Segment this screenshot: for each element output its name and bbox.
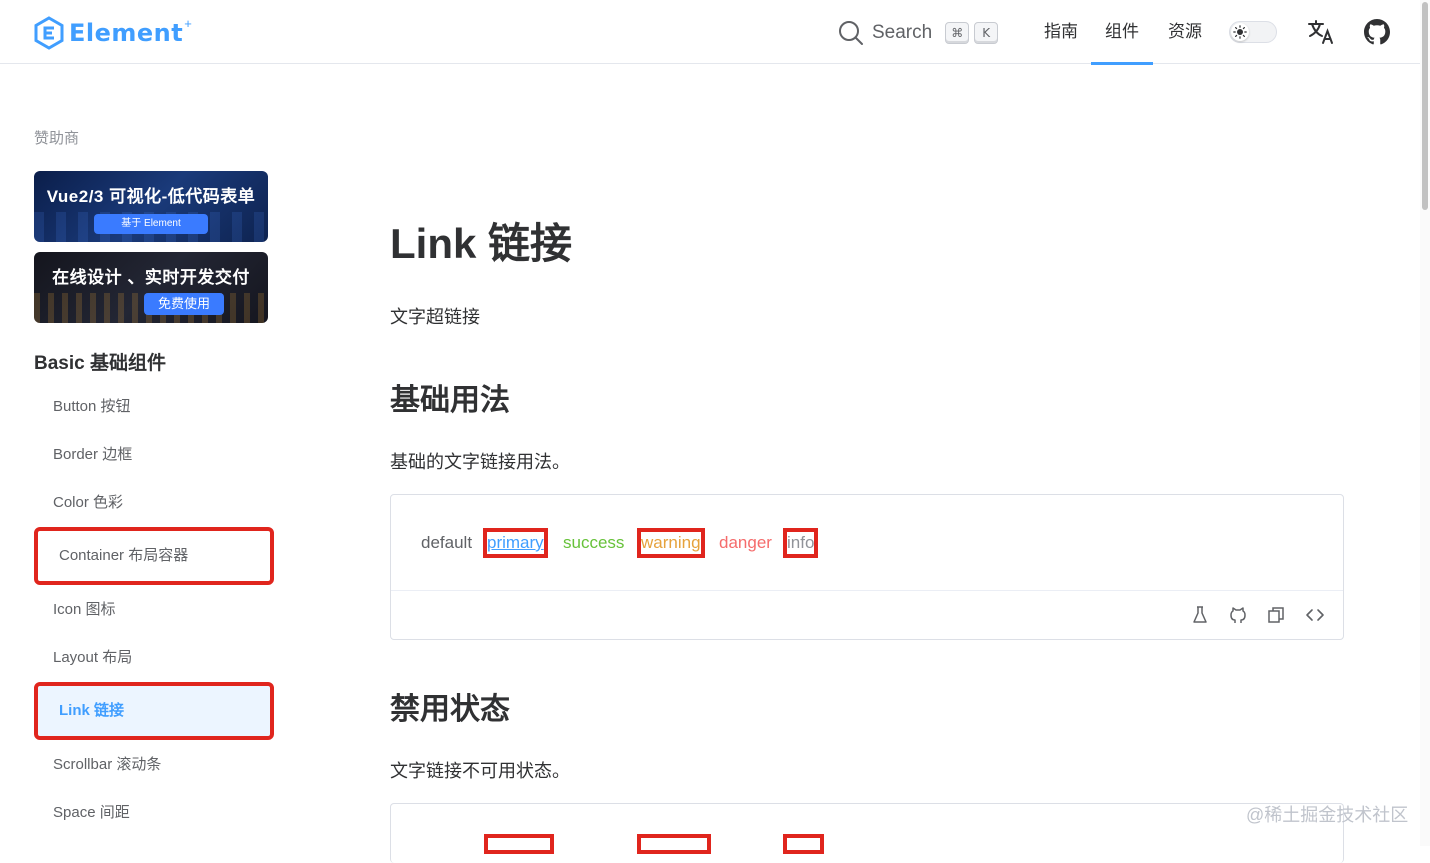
demo-box-disabled [390,803,1344,863]
sidebar-item-space[interactable]: Space 间距 [34,789,274,837]
page-scrollbar-thumb[interactable] [1422,2,1428,210]
page-title: Link 链接 [390,220,573,267]
search-shortcut-cmd: ⌘ [945,22,970,44]
link-danger[interactable]: danger [719,532,772,554]
search-button[interactable]: Search ⌘ K [838,18,999,48]
link-success[interactable]: success [563,532,624,554]
banner-title: 在线设计 、实时开发交付 [52,268,250,287]
toggle-knob [1231,23,1249,41]
search-shortcut-k: K [974,22,999,44]
sidebar-group-basic: Basic 基础组件 [34,353,166,374]
sidebar-item-link[interactable]: Link 链接 [34,682,274,740]
sponsor-title: 赞助商 [34,130,80,147]
banner-badge: 基于 Element [94,214,208,234]
sidebar-item-scrollbar[interactable]: Scrollbar 滚动条 [34,741,274,789]
sidebar-item-container[interactable]: Container 布局容器 [34,527,274,585]
logo-text: Element [69,19,184,47]
search-icon [839,21,863,45]
code-icon[interactable] [1305,605,1325,625]
section-title-disabled: 禁用状态 [390,693,510,726]
sidebar-item-button[interactable]: Button 按钮 [34,383,274,431]
nav-resource[interactable]: 资源 [1167,0,1203,64]
element-logo[interactable]: Element + [33,16,192,50]
link-info[interactable]: info [782,528,819,558]
banner-title: Vue2/3 可视化-低代码表单 [46,187,256,206]
demo-toolbar [391,591,1343,639]
page-description: 文字超链接 [390,307,480,327]
logo-plus: + [184,15,192,31]
sponsor-banner-form[interactable]: Vue2/3 可视化-低代码表单 基于 Element [34,171,268,242]
section-description-disabled: 文字链接不可用状态。 [390,761,570,781]
sun-icon [1233,25,1247,39]
link-default[interactable]: default [421,532,472,554]
copy-icon[interactable] [1266,605,1286,625]
sidebar-item-icon[interactable]: Icon 图标 [34,586,274,634]
search-label: Search [872,22,933,43]
nav-component[interactable]: 组件 [1104,0,1140,64]
banner-badge: 免费使用 [144,293,224,315]
github-icon[interactable] [1364,19,1390,50]
highlight-box-info [783,834,824,854]
demo-box-basic: default primary success warning danger i… [390,494,1344,640]
playground-icon[interactable] [1190,605,1210,625]
section-title-basic: 基础用法 [390,384,510,417]
theme-toggle[interactable] [1229,21,1277,43]
watermark: @稀土掘金技术社区 [1246,805,1409,825]
highlight-box-warning [637,834,711,854]
sidebar-item-border[interactable]: Border 边框 [34,431,274,479]
sidebar-item-color[interactable]: Color 色彩 [34,479,274,527]
language-icon[interactable] [1307,19,1335,50]
link-warning[interactable]: warning [637,528,705,558]
nav-active-indicator [1091,62,1153,65]
highlight-box-primary [484,834,554,854]
nav-guide[interactable]: 指南 [1043,0,1079,64]
github-source-icon[interactable] [1228,605,1248,625]
section-description-basic: 基础的文字链接用法。 [390,452,570,472]
element-logo-icon [34,16,64,50]
link-primary[interactable]: primary [483,528,548,558]
top-header: Element + Search ⌘ K 指南 组件 资源 [0,0,1420,65]
sponsor-banner-design[interactable]: 在线设计 、实时开发交付 免费使用 [34,252,268,323]
demo-preview: default primary success warning danger i… [391,495,1343,591]
sidebar-item-layout[interactable]: Layout 布局 [34,634,274,682]
